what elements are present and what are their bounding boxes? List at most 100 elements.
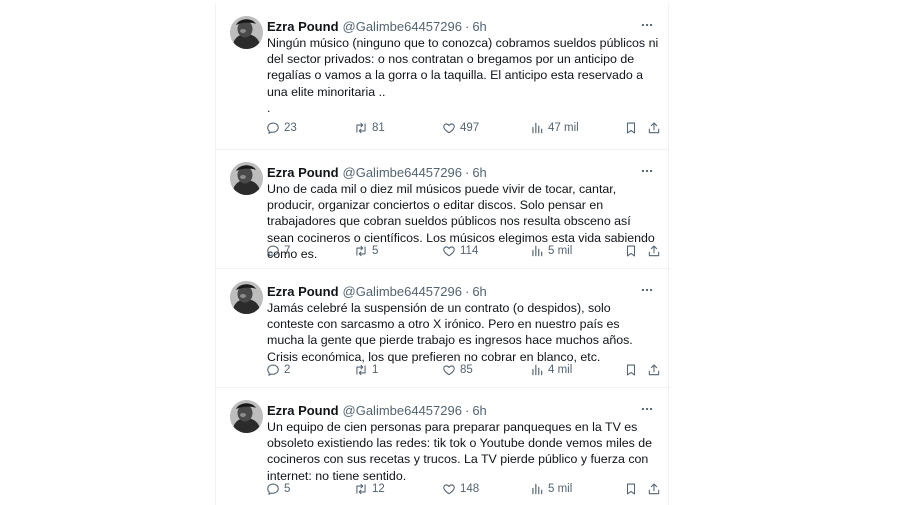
more-horizontal-icon — [641, 23, 653, 27]
separator-dot: · — [464, 164, 470, 180]
avatar[interactable] — [230, 162, 263, 195]
share-button[interactable] — [647, 480, 661, 498]
reply-icon — [267, 364, 279, 376]
views-button[interactable]: 5 mil — [530, 242, 572, 260]
tweet-actions: 2 1 85 4 mil — [266, 361, 661, 379]
reply-icon — [267, 483, 279, 495]
like-button[interactable]: 148 — [442, 480, 479, 498]
tweet-actions: 5 12 148 5 mil — [266, 480, 661, 498]
retweet-button[interactable]: 5 — [354, 242, 378, 260]
reply-button[interactable]: 5 — [266, 480, 290, 498]
author-handle[interactable]: @Galimbe64457296 — [343, 19, 462, 34]
like-count: 114 — [460, 245, 479, 257]
tweet-actions: 23 81 497 47 mil — [266, 119, 661, 137]
tweet-time[interactable]: 6h — [472, 403, 486, 418]
avatar-photo — [230, 400, 263, 433]
retweet-button[interactable]: 12 — [354, 480, 385, 498]
tweet[interactable]: Ezra Pound @Galimbe64457296 · 6h Ningún … — [216, 4, 670, 150]
like-count: 497 — [460, 122, 480, 134]
more-button[interactable] — [638, 162, 656, 180]
avatar-photo — [230, 281, 263, 314]
views-chart-icon — [532, 364, 543, 376]
tweet-header: Ezra Pound @Galimbe64457296 · 6h — [267, 282, 487, 300]
author-name[interactable]: Ezra Pound — [267, 284, 339, 299]
tweet-actions: 7 5 114 5 mil — [266, 242, 661, 260]
like-button[interactable]: 85 — [442, 361, 473, 379]
bookmark-button[interactable] — [624, 242, 638, 260]
avatar[interactable] — [230, 16, 263, 49]
tweet-text: Un equipo de cien personas para preparar… — [267, 420, 656, 483]
retweet-icon — [356, 122, 366, 134]
author-name[interactable]: Ezra Pound — [267, 19, 339, 34]
reply-button[interactable]: 23 — [266, 119, 297, 137]
heart-icon — [443, 484, 455, 495]
author-name[interactable]: Ezra Pound — [267, 403, 339, 418]
tweet[interactable]: Ezra Pound @Galimbe64457296 · 6h Jamás c… — [216, 269, 670, 388]
tweet-header: Ezra Pound @Galimbe64457296 · 6h — [267, 401, 487, 419]
reply-button[interactable]: 2 — [266, 361, 290, 379]
view-count: 5 mil — [548, 245, 573, 257]
bookmark-button[interactable] — [624, 361, 638, 379]
tweet[interactable]: Ezra Pound @Galimbe64457296 · 6h Un equi… — [216, 388, 670, 505]
retweet-count: 12 — [372, 483, 385, 495]
view-count: 4 mil — [548, 364, 573, 376]
author-name[interactable]: Ezra Pound — [267, 165, 339, 180]
reply-button[interactable]: 7 — [266, 242, 290, 260]
reply-icon — [267, 245, 279, 257]
more-button[interactable] — [638, 400, 656, 418]
heart-icon — [443, 246, 455, 257]
tweet-time[interactable]: 6h — [472, 284, 486, 299]
retweet-count: 5 — [372, 245, 379, 257]
views-button[interactable]: 47 mil — [530, 119, 579, 137]
separator-dot: · — [464, 18, 470, 34]
reply-count: 5 — [284, 483, 291, 495]
heart-icon — [443, 123, 455, 134]
retweet-button[interactable]: 1 — [354, 361, 378, 379]
more-button[interactable] — [638, 281, 656, 299]
share-button[interactable] — [647, 119, 661, 137]
retweet-count: 1 — [372, 364, 379, 376]
views-button[interactable]: 4 mil — [530, 361, 572, 379]
reply-count: 7 — [284, 245, 291, 257]
tweet-header: Ezra Pound @Galimbe64457296 · 6h — [267, 17, 487, 35]
share-icon — [648, 364, 660, 376]
share-icon — [648, 483, 660, 495]
tweet-text: Ningún músico (ninguno que to conozca) c… — [267, 36, 659, 115]
retweet-icon — [356, 483, 366, 495]
retweet-count: 81 — [372, 122, 385, 134]
tweet-text: Jamás celebré la suspensión de un contra… — [267, 301, 637, 364]
like-button[interactable]: 497 — [442, 119, 479, 137]
share-button[interactable] — [647, 361, 661, 379]
author-handle[interactable]: @Galimbe64457296 — [343, 284, 462, 299]
bookmark-button[interactable] — [624, 480, 638, 498]
like-count: 85 — [460, 364, 473, 376]
reply-count: 23 — [284, 122, 297, 134]
reply-icon — [267, 122, 279, 134]
heart-icon — [443, 365, 455, 376]
separator-dot: · — [464, 402, 470, 418]
views-chart-icon — [532, 483, 543, 495]
tweet-time[interactable]: 6h — [472, 19, 486, 34]
bookmark-icon — [626, 364, 636, 376]
author-handle[interactable]: @Galimbe64457296 — [343, 403, 462, 418]
more-button[interactable] — [638, 16, 656, 34]
tweet[interactable]: Ezra Pound @Galimbe64457296 · 6h Uno de … — [216, 150, 670, 269]
more-horizontal-icon — [641, 407, 653, 411]
avatar-photo — [230, 162, 263, 195]
views-button[interactable]: 5 mil — [530, 480, 572, 498]
share-button[interactable] — [647, 242, 661, 260]
author-handle[interactable]: @Galimbe64457296 — [343, 165, 462, 180]
more-horizontal-icon — [641, 288, 653, 292]
view-count: 5 mil — [548, 483, 573, 495]
bookmark-button[interactable] — [624, 119, 638, 137]
reply-count: 2 — [284, 364, 291, 376]
like-button[interactable]: 114 — [442, 242, 478, 260]
tweet-feed: Ezra Pound @Galimbe64457296 · 6h Ningún … — [215, 4, 670, 505]
bookmark-icon — [626, 483, 636, 495]
avatar[interactable] — [230, 400, 263, 433]
tweet-time[interactable]: 6h — [472, 165, 486, 180]
retweet-button[interactable]: 81 — [354, 119, 385, 137]
avatar[interactable] — [230, 281, 263, 314]
avatar-photo — [230, 16, 263, 49]
share-icon — [648, 122, 660, 134]
